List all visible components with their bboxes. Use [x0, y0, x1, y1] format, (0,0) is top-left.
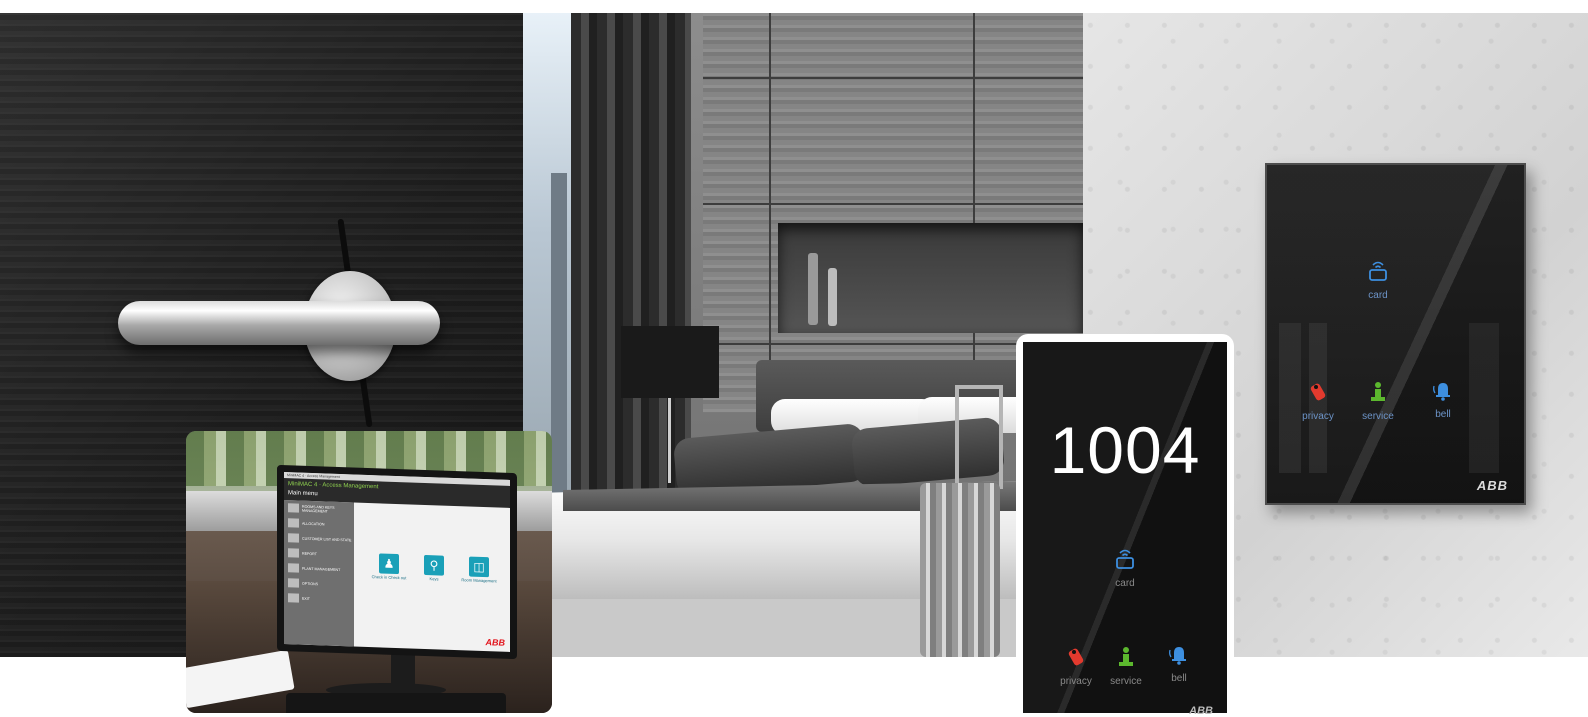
monitor: MiniMAC 4 · Access Management MiniMAC 4 …	[277, 464, 517, 660]
abb-logo: ABB	[1189, 705, 1213, 717]
door-lever	[118, 301, 440, 345]
door-service-item: service	[1096, 645, 1156, 687]
bell-icon	[1413, 378, 1473, 407]
keys-icon: ⚲	[424, 554, 444, 576]
panel-bell-label: bell	[1435, 409, 1451, 420]
keyboard	[286, 693, 506, 713]
panel-privacy-item: privacy	[1288, 380, 1348, 422]
menu-thumb-icon	[288, 503, 299, 513]
card-reader-icon	[1095, 547, 1155, 576]
tile-room-management[interactable]: ◫ Room Management	[459, 556, 499, 584]
bell-icon	[1149, 642, 1209, 671]
panel-card-label: card	[1368, 290, 1388, 301]
wall-niche	[778, 223, 1083, 333]
tile-check-in-out[interactable]: ♟ Check in Check out	[369, 553, 409, 581]
main-menu: ROOMS AND KEYS MANAGEMENT ALLOCATION CUS…	[284, 500, 354, 647]
wall-glass-panel: card privacy service bell ABB	[1265, 163, 1526, 505]
panel-bell-item: bell	[1413, 378, 1473, 420]
curtain	[571, 13, 691, 493]
suitcase-handle	[955, 385, 1003, 489]
menu-thumb-icon	[288, 578, 299, 588]
check-in-icon: ♟	[379, 553, 399, 575]
function-tiles: ♟ Check in Check out ⚲ Keys ◫ Room Manag…	[369, 553, 504, 598]
room-number: 1004	[1049, 413, 1201, 487]
abb-logo: ABB	[485, 637, 506, 648]
abb-logo: ABB	[1476, 478, 1508, 493]
menu-thumb-icon	[288, 518, 299, 528]
suitcase	[920, 483, 1000, 657]
monitor-screen: MiniMAC 4 · Access Management MiniMAC 4 …	[284, 472, 510, 652]
door-room-panel: 1004 card privacy service bell ABB	[1016, 334, 1234, 717]
privacy-tag-icon	[1288, 380, 1348, 409]
menu-thumb-icon	[288, 548, 299, 558]
app-subtitle: Main menu	[288, 490, 318, 498]
door-service-label: service	[1110, 676, 1142, 687]
tile-keys[interactable]: ⚲ Keys	[414, 554, 454, 583]
room-management-icon: ◫	[469, 556, 489, 578]
panel-card-item: card	[1348, 259, 1408, 301]
panel-service-label: service	[1362, 411, 1394, 422]
door-bell-item: bell	[1149, 642, 1209, 684]
vase	[808, 253, 818, 325]
panel-service-item: service	[1348, 380, 1408, 422]
lamp-pole	[668, 398, 671, 483]
desk-computer-photo: MiniMAC 4 · Access Management MiniMAC 4 …	[186, 431, 552, 713]
vase	[828, 268, 837, 326]
card-reader-icon	[1348, 259, 1408, 288]
service-icon	[1348, 380, 1408, 409]
door-card-label: card	[1115, 578, 1135, 589]
service-icon	[1096, 645, 1156, 674]
lamp-shade	[621, 326, 719, 398]
menu-thumb-icon	[288, 563, 299, 573]
door-bell-label: bell	[1171, 673, 1187, 684]
app-title: MiniMAC 4 · Access Management	[288, 481, 379, 491]
menu-thumb-icon	[288, 533, 299, 543]
skyscraper	[551, 173, 567, 493]
hotel-bedroom-photo	[523, 13, 1083, 657]
menu-thumb-icon	[288, 593, 299, 603]
panel-privacy-label: privacy	[1302, 411, 1334, 422]
door-room-panel-glass: 1004 card privacy service bell ABB	[1023, 342, 1227, 717]
menu-item-exit[interactable]: EXIT	[284, 590, 354, 607]
door-card-item: card	[1095, 547, 1155, 589]
